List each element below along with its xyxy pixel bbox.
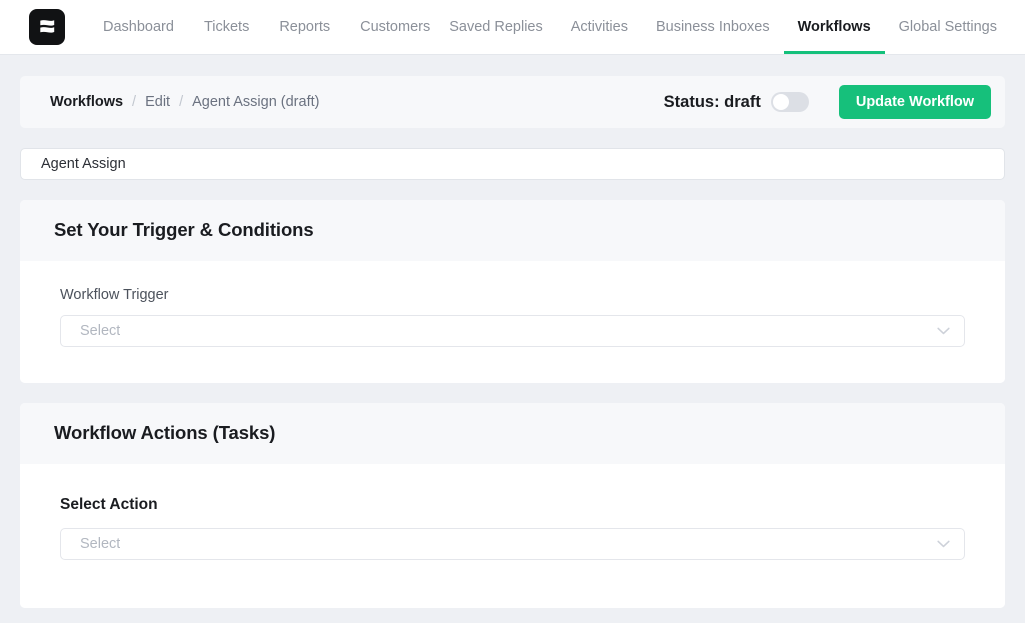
primary-nav-group: Dashboard Tickets Reports Customers: [103, 0, 430, 54]
nav-item-reports[interactable]: Reports: [279, 0, 330, 54]
breadcrumb-item-workflows[interactable]: Workflows: [50, 94, 123, 110]
trigger-card-body: Workflow Trigger Select: [20, 261, 1005, 383]
nav-item-tickets[interactable]: Tickets: [204, 0, 249, 54]
update-workflow-button[interactable]: Update Workflow: [838, 85, 991, 119]
breadcrumb-item-current: Agent Assign (draft): [192, 94, 320, 110]
trigger-conditions-card: Set Your Trigger & Conditions Workflow T…: [20, 200, 1005, 383]
actions-card-header: Workflow Actions (Tasks): [20, 403, 1005, 464]
workflow-trigger-select-value: Select: [80, 323, 121, 339]
flag-logo-icon: [40, 20, 55, 33]
nav-item-business-inboxes[interactable]: Business Inboxes: [656, 0, 770, 54]
secondary-nav-group: Saved Replies Activities Business Inboxe…: [449, 0, 997, 54]
breadcrumb: Workflows / Edit / Agent Assign (draft): [50, 94, 319, 110]
nav-item-saved-replies[interactable]: Saved Replies: [449, 0, 543, 54]
nav-item-customers[interactable]: Customers: [360, 0, 430, 54]
workflow-name-input[interactable]: [20, 148, 1005, 180]
top-navigation-bar: Dashboard Tickets Reports Customers Save…: [0, 0, 1025, 55]
app-logo[interactable]: [29, 9, 65, 45]
nav-item-activities[interactable]: Activities: [571, 0, 628, 54]
trigger-card-header: Set Your Trigger & Conditions: [20, 200, 1005, 261]
workflow-actions-card: Workflow Actions (Tasks) Select Action S…: [20, 403, 1005, 608]
chevron-down-icon: [937, 327, 950, 335]
breadcrumb-item-edit[interactable]: Edit: [145, 94, 170, 110]
breadcrumb-separator: /: [132, 94, 137, 110]
chevron-down-icon: [937, 540, 950, 548]
toggle-knob: [772, 94, 789, 110]
select-action-select-value: Select: [80, 536, 121, 552]
actions-card-body: Select Action Select: [20, 464, 1005, 608]
nav-item-dashboard[interactable]: Dashboard: [103, 0, 174, 54]
status-label: Status: draft: [663, 92, 761, 111]
select-action-select[interactable]: Select: [60, 528, 965, 560]
nav-item-workflows[interactable]: Workflows: [783, 0, 885, 54]
workflow-trigger-select[interactable]: Select: [60, 315, 965, 347]
breadcrumb-actions: Status: draft Update Workflow: [664, 85, 991, 119]
breadcrumb-separator: /: [179, 94, 184, 110]
workflow-trigger-label: Workflow Trigger: [60, 287, 169, 303]
trigger-card-title: Set Your Trigger & Conditions: [54, 219, 314, 240]
page-content: Workflows / Edit / Agent Assign (draft) …: [0, 76, 1025, 608]
actions-card-title: Workflow Actions (Tasks): [54, 422, 276, 443]
nav-item-global-settings[interactable]: Global Settings: [899, 0, 997, 54]
select-action-label: Select Action: [60, 496, 158, 513]
breadcrumb-bar: Workflows / Edit / Agent Assign (draft) …: [20, 76, 1005, 128]
status-toggle[interactable]: [770, 92, 809, 112]
